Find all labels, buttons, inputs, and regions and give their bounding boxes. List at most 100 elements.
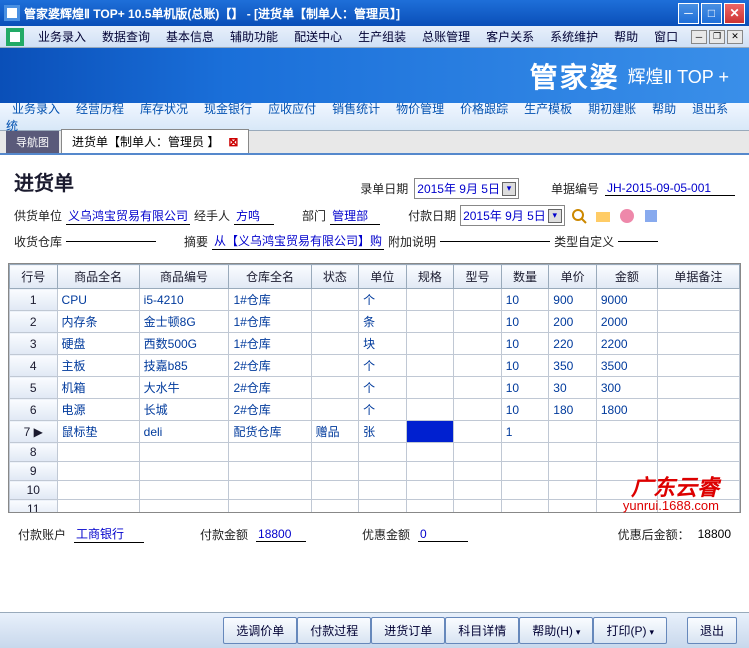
disc-amt-field[interactable]: 0: [418, 527, 468, 542]
tab-bar: 导航图 进货单【制单人：管理员 】 ⊠: [0, 131, 749, 155]
menu-item[interactable]: 配送中心: [286, 28, 350, 46]
app-icon: [4, 5, 20, 21]
table-row[interactable]: 4主板技嘉b852#仓库个103503500: [10, 355, 740, 377]
table-row[interactable]: 5机箱大水牛2#仓库个1030300: [10, 377, 740, 399]
pay-date-label: 付款日期: [408, 207, 456, 224]
column-header[interactable]: 规格: [406, 265, 454, 289]
menu-item[interactable]: 基本信息: [158, 28, 222, 46]
toolbar-item[interactable]: 销售统计: [326, 98, 386, 120]
doc-no-label: 单据编号: [551, 180, 599, 197]
table-row[interactable]: 3硬盘西数500G1#仓库块102202200: [10, 333, 740, 355]
supplier-field[interactable]: 义乌鸿宝贸易有限公司: [66, 207, 190, 225]
attach-field[interactable]: [440, 241, 550, 242]
menu-item[interactable]: 窗口: [646, 28, 686, 46]
column-header[interactable]: 单价: [549, 265, 597, 289]
toolbar-item[interactable]: 期初建账: [582, 98, 642, 120]
menu-item[interactable]: 辅助功能: [222, 28, 286, 46]
menu-item[interactable]: 数据查询: [94, 28, 158, 46]
dept-field[interactable]: 管理部: [330, 207, 380, 225]
pay-acct-label: 付款账户: [18, 526, 66, 543]
tab-label: 进货单【制单人：管理员 】: [72, 135, 219, 149]
tab-close-icon[interactable]: ⊠: [228, 135, 238, 149]
window-title: 管家婆辉煌Ⅱ TOP+ 10.5单机版(总账)【】 - [进货单【制单人：管理员…: [24, 5, 678, 22]
table-row[interactable]: 9: [10, 462, 740, 481]
footer-button[interactable]: 进货订单: [371, 617, 445, 644]
toolbar-item[interactable]: 库存状况: [134, 98, 194, 120]
palette-icon[interactable]: [618, 207, 636, 225]
tool-icon[interactable]: [642, 207, 660, 225]
column-header[interactable]: 金额: [596, 265, 657, 289]
after-disc-value: 18800: [698, 527, 731, 541]
custom-field[interactable]: [618, 241, 658, 242]
pay-acct-field[interactable]: 工商银行: [74, 525, 144, 543]
table-row[interactable]: 8: [10, 443, 740, 462]
pay-amt-field[interactable]: 18800: [256, 527, 306, 542]
form-title: 进货单: [14, 161, 74, 202]
column-header[interactable]: 数量: [501, 265, 549, 289]
menu-item[interactable]: 客户关系: [478, 28, 542, 46]
summary-field[interactable]: 从【义乌鸿宝贸易有限公司】购: [212, 232, 384, 250]
footer-button[interactable]: 打印(P)▾: [593, 617, 667, 644]
doc-no-field[interactable]: JH-2015-09-05-001: [605, 181, 735, 196]
toolbar-item[interactable]: 现金银行: [198, 98, 258, 120]
banner-title: 管家婆: [530, 56, 620, 96]
column-header[interactable]: 仓库全名: [229, 265, 311, 289]
attach-label: 附加说明: [388, 233, 436, 250]
banner-subtitle: 辉煌Ⅱ TOP +: [628, 63, 729, 89]
mdi-minimize-button[interactable]: ─: [691, 30, 707, 44]
column-header[interactable]: 行号: [10, 265, 58, 289]
column-header[interactable]: 商品编号: [139, 265, 229, 289]
folder-icon[interactable]: [594, 207, 612, 225]
table-row[interactable]: 11: [10, 500, 740, 514]
entry-date-field[interactable]: 2015年 9月 5日▾: [414, 178, 519, 199]
pay-date-field[interactable]: 2015年 9月 5日▾: [460, 205, 565, 226]
column-header[interactable]: 型号: [454, 265, 502, 289]
table-row[interactable]: 6电源长城2#仓库个101801800: [10, 399, 740, 421]
maximize-button[interactable]: □: [701, 3, 722, 24]
custom-label: 类型自定义: [554, 233, 614, 250]
menu-item[interactable]: 系统维护: [542, 28, 606, 46]
column-header[interactable]: 单据备注: [657, 265, 739, 289]
search-icon[interactable]: [570, 207, 588, 225]
close-button[interactable]: ✕: [724, 3, 745, 24]
menu-item[interactable]: 业务录入: [30, 28, 94, 46]
date-picker-icon[interactable]: ▾: [502, 182, 516, 196]
toolbar-item[interactable]: 价格跟踪: [454, 98, 514, 120]
menu-item[interactable]: 总账管理: [414, 28, 478, 46]
footer-button[interactable]: 科目详情: [445, 617, 519, 644]
minimize-button[interactable]: ─: [678, 3, 699, 24]
column-header[interactable]: 状态: [311, 265, 359, 289]
menu-item[interactable]: 帮助: [606, 28, 646, 46]
toolbar: 业务录入经营历程库存状况现金银行应收应付销售统计物价管理价格跟踪生产模板期初建账…: [0, 103, 749, 131]
menu-item[interactable]: 生产组装: [350, 28, 414, 46]
column-header[interactable]: 单位: [359, 265, 407, 289]
toolbar-item[interactable]: 生产模板: [518, 98, 578, 120]
handler-field[interactable]: 方鸣: [234, 207, 274, 225]
footer-button[interactable]: 退出: [687, 617, 737, 644]
after-disc-label: 优惠后金额：: [618, 526, 690, 543]
table-row[interactable]: 1CPUi5-42101#仓库个109009000: [10, 289, 740, 311]
menubar: 业务录入数据查询基本信息辅助功能配送中心生产组装总账管理客户关系系统维护帮助窗口…: [0, 26, 749, 48]
footer-button[interactable]: 选调价单: [223, 617, 297, 644]
form-area: 进货单 录单日期 2015年 9月 5日▾ 单据编号 JH-2015-09-05…: [0, 155, 749, 259]
table-row[interactable]: 7 ▶鼠标垫deli配货仓库赠品张1: [10, 421, 740, 443]
footer-button[interactable]: 帮助(H)▾: [519, 617, 593, 644]
column-header[interactable]: 商品全名: [57, 265, 139, 289]
date-picker-icon[interactable]: ▾: [548, 209, 562, 223]
tab-navigation[interactable]: 导航图: [6, 131, 59, 153]
mdi-restore-button[interactable]: ❐: [709, 30, 725, 44]
menubar-icon: [6, 28, 24, 46]
mdi-close-button[interactable]: ✕: [727, 30, 743, 44]
entry-date-label: 录单日期: [360, 180, 408, 197]
handler-label: 经手人: [194, 207, 230, 224]
footer-button[interactable]: 付款过程: [297, 617, 371, 644]
toolbar-item[interactable]: 帮助: [646, 98, 682, 120]
recv-wh-field[interactable]: [66, 241, 156, 242]
toolbar-item[interactable]: 经营历程: [70, 98, 130, 120]
table-row[interactable]: 10: [10, 481, 740, 500]
data-grid[interactable]: 行号商品全名商品编号仓库全名状态单位规格型号数量单价金额单据备注1CPUi5-4…: [8, 263, 741, 513]
tab-purchase-order[interactable]: 进货单【制单人：管理员 】 ⊠: [61, 129, 249, 153]
table-row[interactable]: 2内存条金士顿8G1#仓库条102002000: [10, 311, 740, 333]
toolbar-item[interactable]: 物价管理: [390, 98, 450, 120]
toolbar-item[interactable]: 应收应付: [262, 98, 322, 120]
